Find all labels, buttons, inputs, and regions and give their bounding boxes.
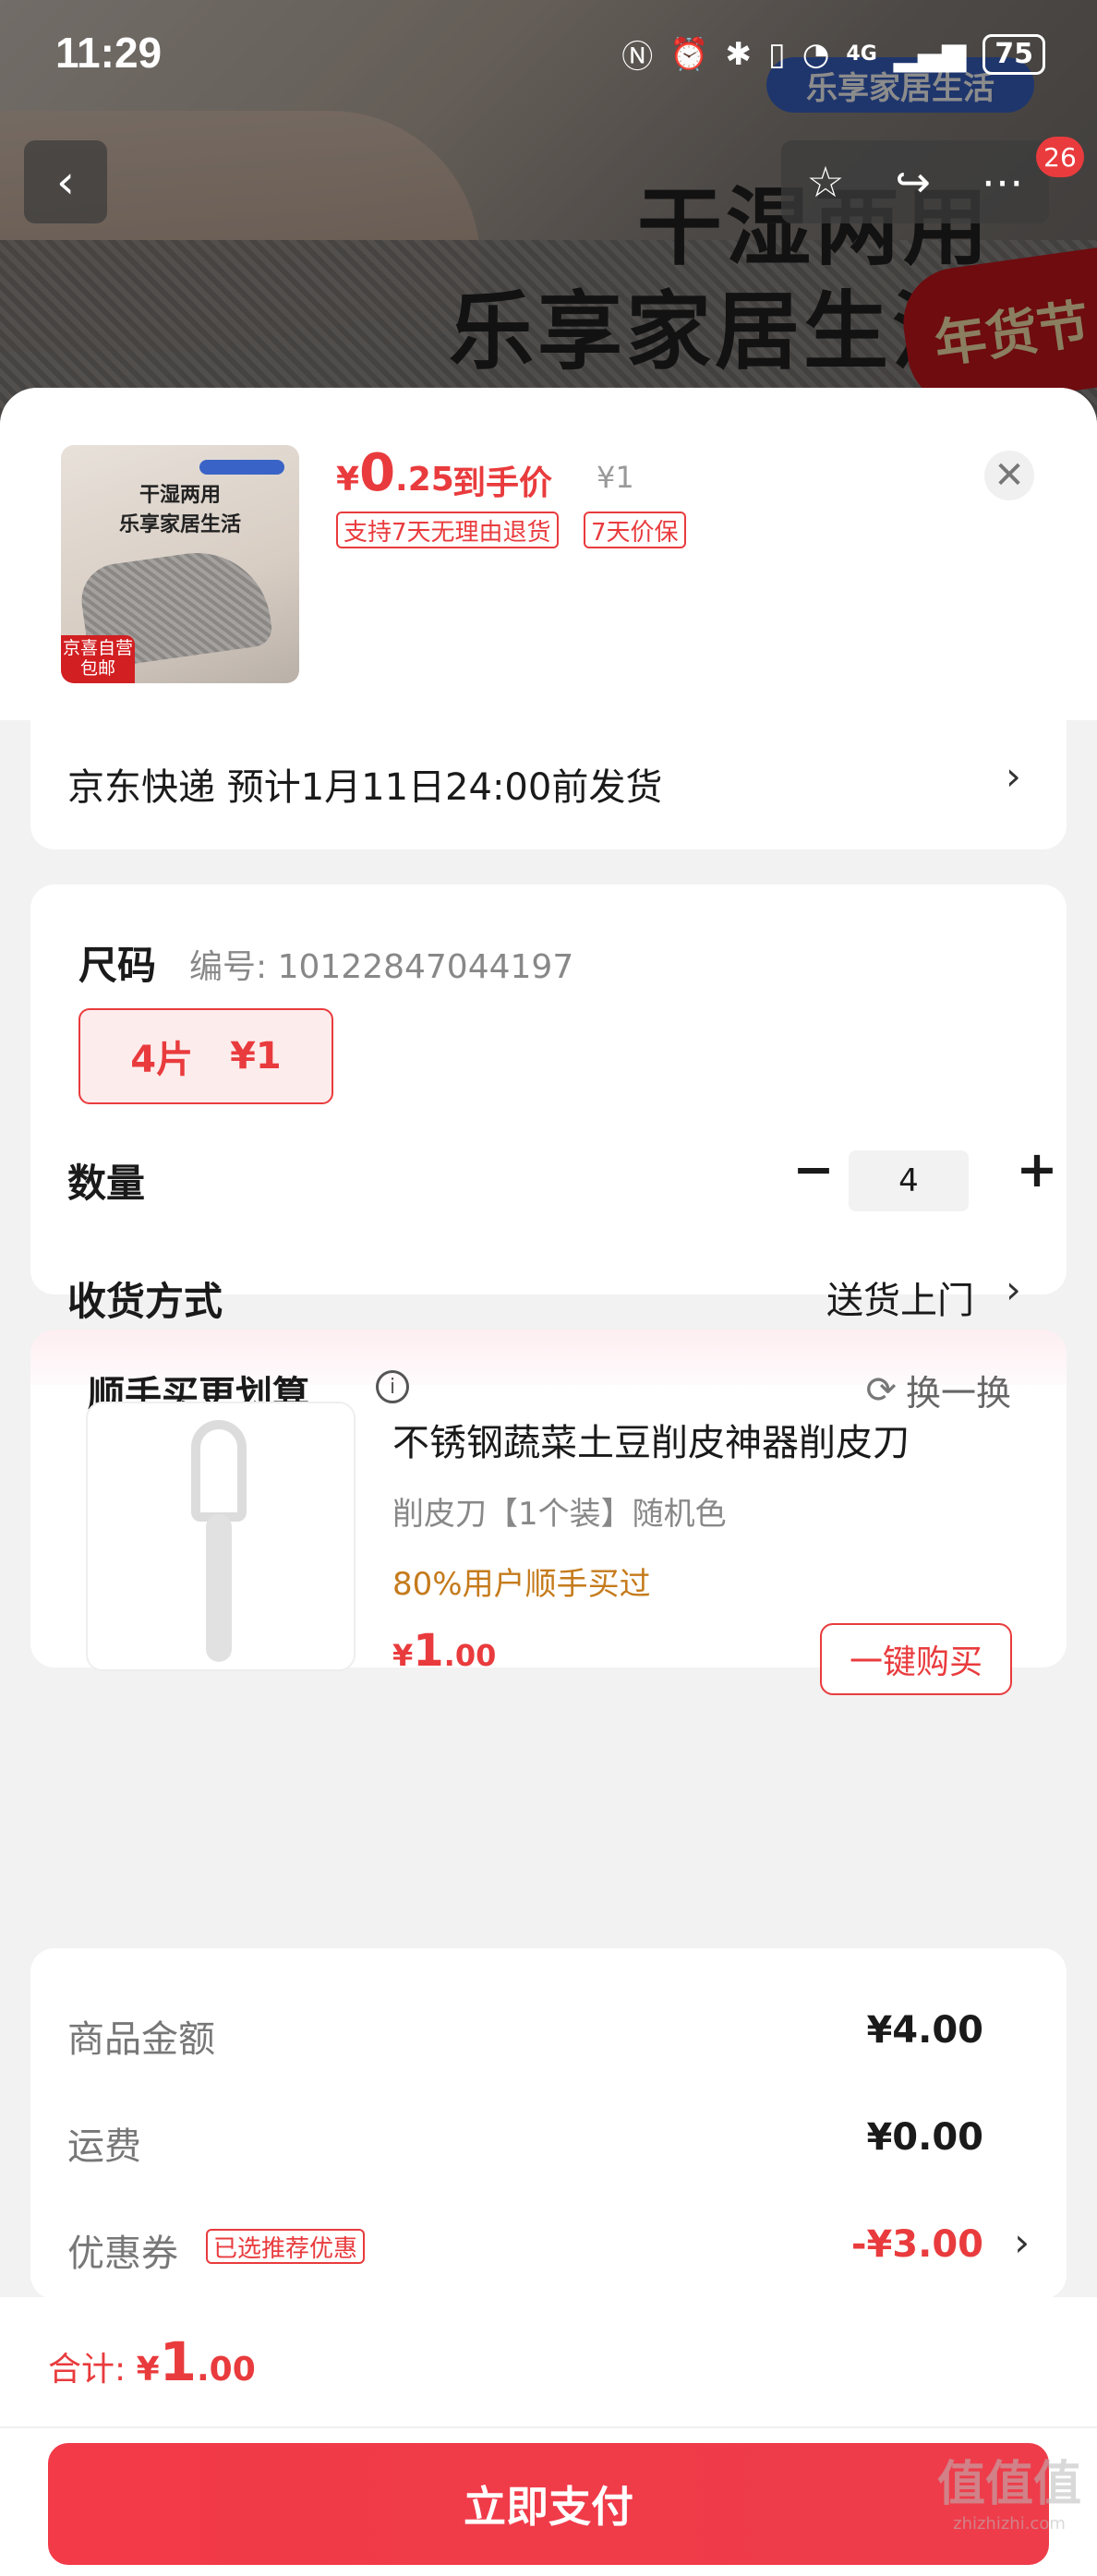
- total-label: 合计:: [48, 2351, 137, 2389]
- shipping-text: 京东快递 预计1月11日24:00前发货: [67, 766, 663, 809]
- one-click-buy-button[interactable]: 一键购买: [820, 1623, 1012, 1695]
- footer-divider: [0, 2426, 1097, 2428]
- swap-button[interactable]: ⟳ 换一换: [865, 1365, 1011, 1415]
- product-thumbnail[interactable]: 干湿两用 乐享家居生活 京喜自营 包邮: [61, 445, 299, 683]
- price-integer: 0: [359, 443, 396, 503]
- refresh-icon: ⟳: [865, 1368, 897, 1412]
- swap-label: 换一换: [905, 1373, 1011, 1414]
- quantity-label: 数量: [67, 1161, 146, 1206]
- status-icons: Ⓝ ⏰ ✱ ▯ ◔ 4G ▂▄▆ 75: [621, 31, 1045, 77]
- watermark-line1: 值值值: [936, 2457, 1081, 2512]
- close-button[interactable]: ✕: [984, 451, 1034, 500]
- chevron-right-icon: ›: [1014, 2220, 1030, 2265]
- star-icon[interactable]: ☆: [806, 157, 844, 207]
- pay-now-button[interactable]: 立即支付: [48, 2443, 1049, 2565]
- watermark: 值值值 zhizhizhi.com: [931, 2445, 1088, 2534]
- thumbnail-label-line2: 包邮: [79, 658, 115, 679]
- watermark-line2: zhizhizhi.com: [953, 2514, 1066, 2534]
- price-symbol: ¥: [336, 461, 360, 499]
- spec-card: 尺码 编号: 10122847044197 4片 ¥1 数量 − + 收货方式 …: [30, 885, 1067, 1324]
- upsell-product-image[interactable]: [86, 1402, 356, 1671]
- goods-amount-value: ¥4.00: [866, 2009, 983, 2052]
- thumbnail-title1: 干湿两用: [139, 484, 221, 507]
- spec-option-selected[interactable]: 4片 ¥1: [78, 1008, 333, 1104]
- delivery-label: 收货方式: [67, 1279, 223, 1324]
- shipping-fee-label: 运费: [67, 2125, 141, 2168]
- total-integer: 1: [159, 2330, 197, 2393]
- battery-level: 75: [995, 38, 1033, 70]
- price-decimal: .25: [395, 461, 454, 499]
- upsell-percent: 80%用户顺手买过: [392, 1566, 651, 1603]
- sku-number: 编号: 10122847044197: [189, 948, 574, 986]
- thumbnail-title2: 乐享家居生活: [118, 513, 241, 536]
- status-bar: 11:29 Ⓝ ⏰ ✱ ▯ ◔ 4G ▂▄▆ 75: [0, 0, 1097, 111]
- thumbnail-label: 京喜自营 包邮: [61, 635, 135, 683]
- chevron-right-icon: ›: [1006, 1267, 1021, 1312]
- signal-icon: ▂▄▆: [893, 35, 967, 73]
- info-icon[interactable]: i: [376, 1370, 409, 1403]
- message-count-badge: 26: [1036, 137, 1084, 177]
- total-symbol: ¥: [136, 2351, 160, 2389]
- final-price: ¥0.25: [336, 443, 454, 503]
- checkout-footer: 合计: ¥1.00 立即支付: [0, 2297, 1097, 2576]
- sheet-header: 干湿两用 乐享家居生活 京喜自营 包邮 ¥0.25 到手价 ¥1 支持7天无理由…: [0, 388, 1097, 720]
- return-policy-chip: 支持7天无理由退货: [336, 512, 559, 548]
- back-button[interactable]: ‹: [24, 140, 107, 223]
- shipping-row[interactable]: 京东快递 预计1月11日24:00前发货 ›: [30, 720, 1067, 849]
- upsell-product-title[interactable]: 不锈钢蔬菜土豆削皮神器削皮刀: [392, 1413, 910, 1466]
- chevron-right-icon: ›: [1006, 753, 1021, 799]
- option-name: 4片: [130, 1039, 194, 1081]
- plus-icon[interactable]: +: [1009, 1140, 1065, 1198]
- close-icon: ✕: [994, 454, 1025, 497]
- option-price: ¥1: [230, 1035, 282, 1077]
- upsell-product-spec: 削皮刀【1个装】随机色: [392, 1496, 727, 1533]
- price-label: 到手价: [452, 464, 553, 502]
- wifi-icon: ◔: [802, 35, 830, 73]
- top-actions: ☆ ↪ ⋯: [781, 140, 1049, 223]
- delivery-value[interactable]: 送货上门: [826, 1270, 974, 1324]
- peeler-blade: [191, 1420, 247, 1522]
- price-protect-chip: 7天价保: [584, 512, 686, 548]
- spec-heading: 尺码: [78, 943, 157, 988]
- upsell-card: 顺手买更划算 i ⟳ 换一换 不锈钢蔬菜土豆削皮神器削皮刀 削皮刀【1个装】随机色…: [30, 1330, 1067, 1695]
- battery-icon: 75: [982, 33, 1045, 75]
- network-label: 4G: [846, 42, 877, 66]
- back-icon: ‹: [56, 155, 75, 209]
- shipping-fee-value: ¥0.00: [866, 2116, 983, 2159]
- total-amount: 合计: ¥1.00: [48, 2330, 256, 2393]
- coupon-tag: 已选推荐优惠: [206, 2229, 366, 2264]
- quantity-input[interactable]: [849, 1150, 969, 1211]
- status-time: 11:29: [55, 29, 163, 77]
- nfc-icon: Ⓝ: [621, 39, 654, 76]
- coupon-value: -¥3.00: [850, 2223, 983, 2266]
- upsell-price: ¥1.00: [392, 1625, 496, 1677]
- thumbnail-label-line1: 京喜自营: [62, 638, 133, 659]
- share-icon[interactable]: ↪: [895, 157, 931, 207]
- goods-amount-label: 商品金额: [67, 2018, 215, 2061]
- upsell-price-integer: 1: [413, 1625, 444, 1677]
- peeler-handle: [206, 1514, 232, 1662]
- thumbnail-brand-tag: [199, 460, 284, 475]
- more-icon[interactable]: ⋯: [982, 157, 1024, 207]
- upsell-price-decimal: .00: [443, 1638, 497, 1673]
- total-decimal: .00: [197, 2351, 256, 2389]
- purchase-sheet: 干湿两用 乐享家居生活 京喜自营 包邮 ¥0.25 到手价 ¥1 支持7天无理由…: [0, 388, 1097, 2576]
- order-summary-card: 商品金额 ¥4.00 运费 ¥0.00 优惠券 已选推荐优惠 -¥3.00 ›: [30, 1948, 1067, 2299]
- alarm-icon: ⏰: [669, 35, 709, 73]
- upsell-price-symbol: ¥: [392, 1638, 414, 1673]
- minus-icon[interactable]: −: [788, 1140, 839, 1198]
- original-price: ¥1: [597, 460, 634, 495]
- vibrate-icon: ▯: [768, 35, 786, 73]
- coupon-label: 优惠券: [67, 2233, 178, 2275]
- bluetooth-icon: ✱: [725, 35, 753, 73]
